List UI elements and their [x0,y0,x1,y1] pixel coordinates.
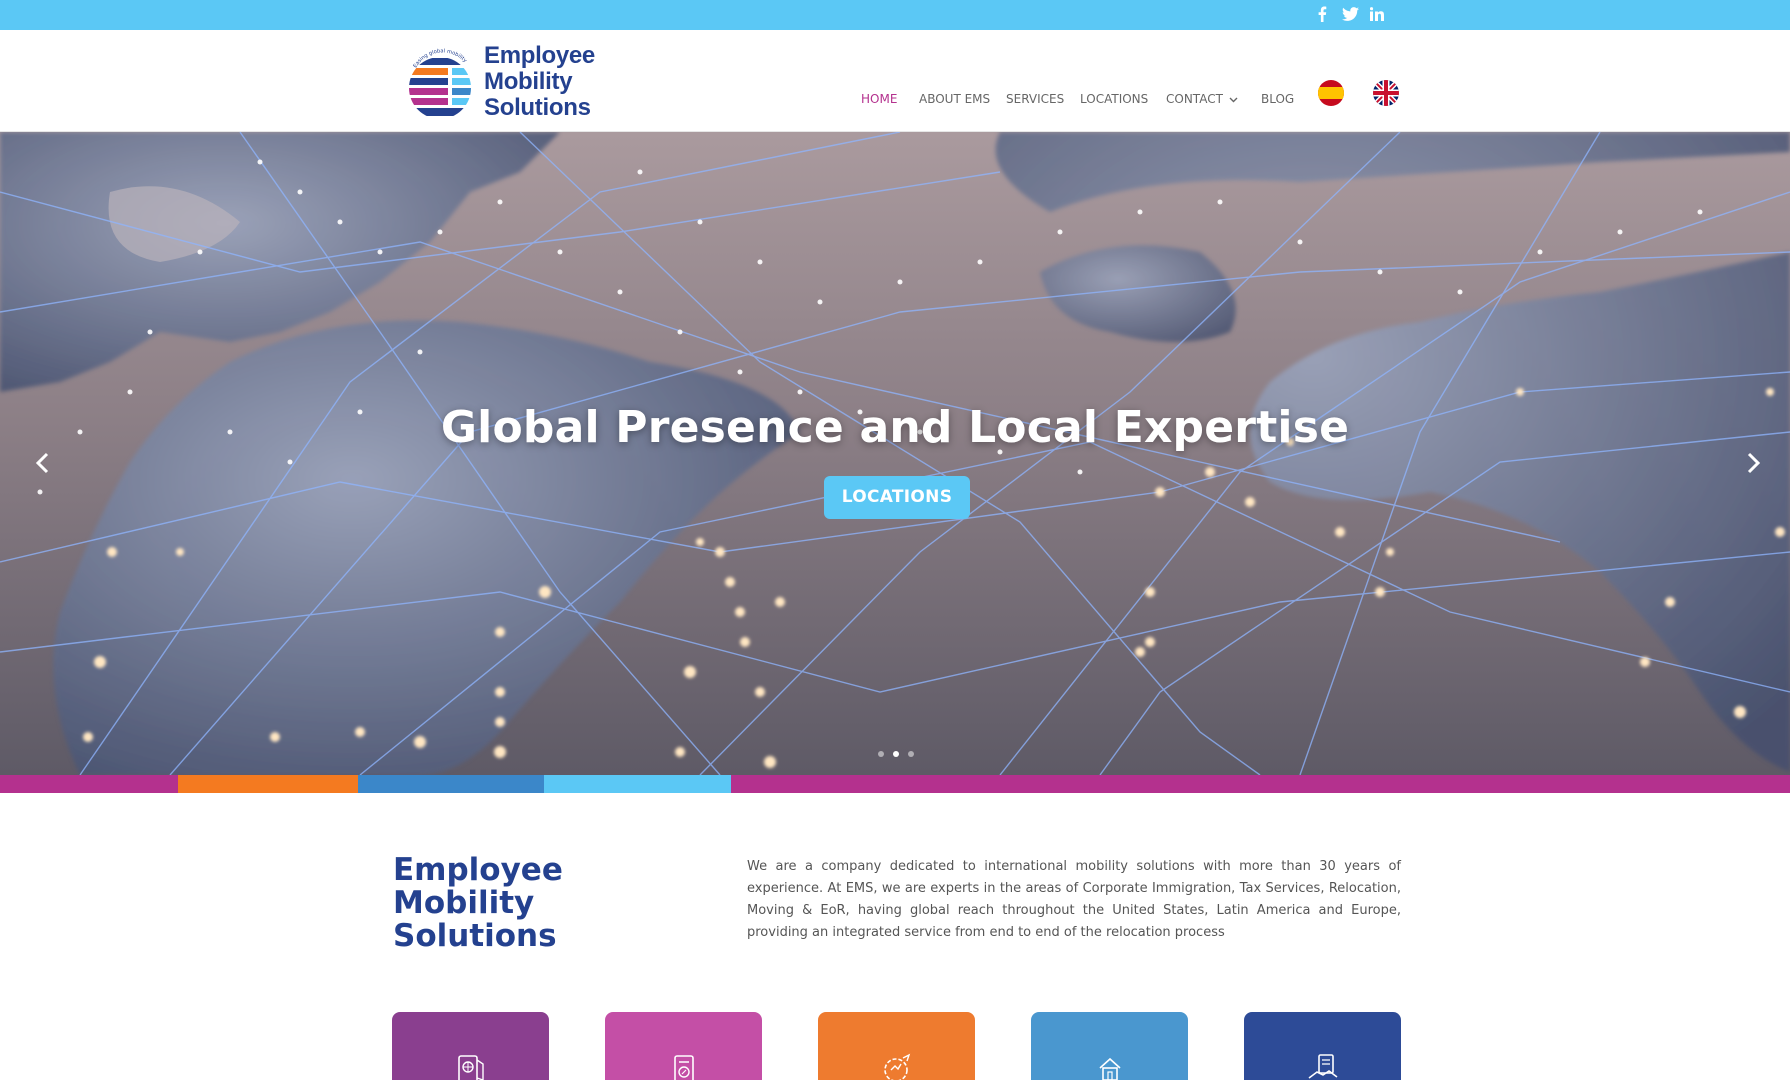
intro-paragraph: We are a company dedicated to internatio… [747,859,1401,940]
intro-title-line-3: Solutions [393,918,557,954]
nav-blog[interactable]: BLOG [1261,92,1294,106]
site-header: Easing global mobility Employee Mobility… [0,30,1790,132]
handshake-contract-icon [1308,1054,1337,1079]
strip-segment-magenta-2 [731,775,1790,793]
slider-dot-2[interactable] [893,751,899,757]
nav-locations[interactable]: LOCATIONS [1080,92,1148,106]
locations-button[interactable]: LOCATIONS [824,476,970,519]
slider-dot-3[interactable] [908,751,914,757]
logo-line-1: Employee [484,42,595,69]
top-social-bar [0,0,1790,30]
intro-title-line-1: Employee [393,852,563,888]
twitter-icon[interactable] [1339,3,1361,25]
nav-contact[interactable]: CONTACT [1166,92,1238,106]
nav-services[interactable]: SERVICES [1006,92,1064,106]
intro-title-line-2: Mobility [393,885,535,921]
slider-next-arrow-icon[interactable] [1738,448,1768,478]
intro-title: Employee Mobility Solutions [393,854,563,953]
strip-segment-light-blue [544,775,731,793]
service-card-immigration[interactable] [392,1012,549,1080]
slider-prev-arrow-icon[interactable] [28,448,58,478]
uk-flag-icon[interactable] [1373,80,1399,106]
nav-about-ems[interactable]: ABOUT EMS [919,92,990,106]
service-card-relocation[interactable] [818,1012,975,1080]
main-nav: HOME ABOUT EMS SERVICES LOCATIONS CONTAC… [0,92,1790,110]
logo[interactable]: Easing global mobility Employee Mobility… [396,30,602,130]
service-card-tax[interactable] [605,1012,762,1080]
logo-mark-icon: Easing global mobility [409,48,471,116]
linkedin-icon[interactable] [1367,3,1387,25]
hero-slider: Global Presence and Local Expertise LOCA… [0,132,1790,775]
relocation-globe-icon [883,1053,910,1080]
strip-segment-magenta [0,775,178,793]
tax-document-icon [673,1055,694,1080]
house-moving-icon [1098,1057,1121,1080]
nav-contact-label: CONTACT [1166,92,1223,106]
nav-home[interactable]: HOME [861,92,897,106]
strip-segment-orange [178,775,358,793]
spain-flag-icon[interactable] [1318,80,1344,106]
strip-segment-blue [358,775,544,793]
chevron-down-icon [1229,92,1238,106]
brand-color-strip [0,775,1790,793]
hero-title: Global Presence and Local Expertise [440,402,1350,453]
world-map-background [0,132,1790,775]
slider-pagination [876,751,916,761]
facebook-icon[interactable] [1313,3,1331,25]
slider-dot-1[interactable] [878,751,884,757]
service-card-moving[interactable] [1031,1012,1188,1080]
service-card-eor[interactable] [1244,1012,1401,1080]
passport-icon [457,1055,484,1080]
